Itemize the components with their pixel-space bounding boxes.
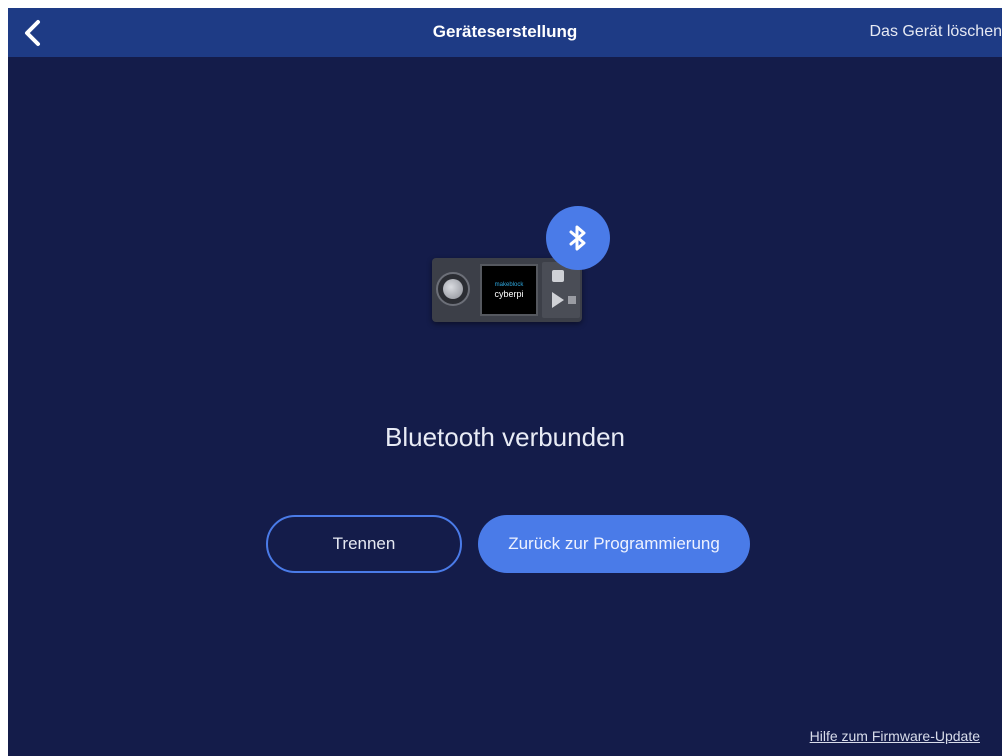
bluetooth-icon xyxy=(569,225,586,251)
top-navigation-bar: Geräteserstellung Das Gerät löschen xyxy=(8,8,1002,57)
device-model-text: cyberpi xyxy=(494,289,524,299)
page-title: Geräteserstellung xyxy=(432,22,578,41)
device-setup-screen: Geräteserstellung Das Gerät löschen make… xyxy=(8,8,1002,756)
firmware-update-help-link[interactable]: Hilfe zum Firmware-Update xyxy=(810,728,980,744)
device-button-panel xyxy=(542,262,580,318)
bluetooth-badge xyxy=(546,206,610,270)
square-button-icon xyxy=(552,270,564,282)
connection-status-text: Bluetooth verbunden xyxy=(385,422,625,452)
delete-device-button[interactable]: Das Gerät löschen xyxy=(869,23,1002,41)
device-illustration: makeblock cyberpi xyxy=(428,198,618,328)
cyberpi-device-image: makeblock cyberpi xyxy=(432,258,582,322)
device-screen: makeblock cyberpi xyxy=(480,264,538,316)
device-brand-text: makeblock xyxy=(494,282,524,288)
back-to-programming-button[interactable]: Zurück zur Programmierung xyxy=(478,515,750,573)
disconnect-button[interactable]: Trennen xyxy=(266,515,462,573)
play-button-icon xyxy=(552,292,564,308)
small-button-icon xyxy=(568,296,576,304)
joystick-knob xyxy=(443,279,463,299)
